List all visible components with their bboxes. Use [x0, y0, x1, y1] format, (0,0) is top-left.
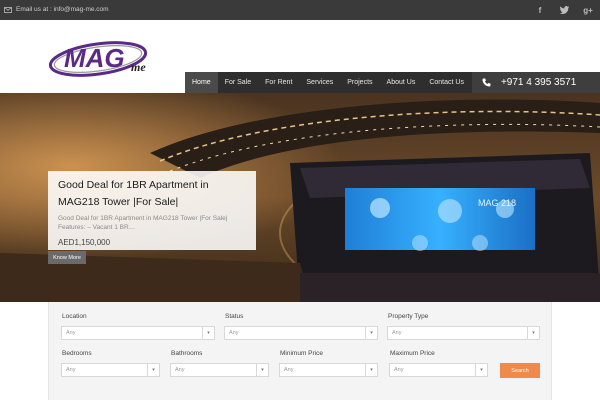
listing-price: AED1,150,000	[58, 238, 111, 247]
phone-icon	[482, 78, 491, 87]
main-navigation: Home For Sale For Rent Services Projects…	[185, 72, 600, 93]
email-text: Email us at : info@mag-me.com	[16, 6, 109, 13]
facebook-icon[interactable]: f	[534, 4, 546, 16]
listing-excerpt: Good Deal for 1BR Apartment in MAG218 To…	[58, 215, 228, 231]
hero-slider[interactable]: MAG 218 Good Deal for 1BR Apartment in M…	[0, 93, 600, 302]
chevron-down-icon: ▾	[202, 327, 214, 339]
email-contact[interactable]: Email us at : info@mag-me.com	[4, 6, 109, 13]
property-search-form: Location Any ▾ Status Any ▾ Property Typ…	[48, 302, 552, 400]
maximum-price-label: Maximum Price	[390, 350, 435, 357]
minimum-price-label: Minimum Price	[280, 350, 323, 357]
chevron-down-icon: ▾	[147, 364, 159, 376]
featured-listing-card[interactable]: Good Deal for 1BR Apartment in MAG218 To…	[48, 171, 256, 250]
know-more-button[interactable]: Know More	[48, 251, 86, 264]
location-select[interactable]: Any ▾	[61, 326, 215, 340]
maximum-price-value: Any	[394, 367, 404, 373]
maximum-price-select[interactable]: Any ▾	[389, 363, 488, 377]
search-button[interactable]: Search	[500, 363, 540, 378]
bedrooms-label: Bedrooms	[62, 350, 92, 357]
nav-item-home[interactable]: Home	[185, 72, 218, 93]
nav-item-for-rent[interactable]: For Rent	[258, 72, 299, 93]
chevron-down-icon: ▾	[527, 327, 539, 339]
twitter-icon[interactable]	[558, 4, 570, 16]
bathrooms-select[interactable]: Any ▾	[170, 363, 269, 377]
nav-item-contact-us[interactable]: Contact Us	[422, 72, 471, 93]
property-type-value: Any	[392, 330, 402, 336]
google-plus-icon[interactable]: g+	[582, 4, 594, 16]
nav-item-about-us[interactable]: About Us	[380, 72, 423, 93]
logo-suffix-text: me	[131, 60, 146, 74]
bedrooms-select[interactable]: Any ▾	[61, 363, 160, 377]
logo-main-text: MAG	[64, 43, 125, 73]
nav-item-for-sale[interactable]: For Sale	[218, 72, 258, 93]
site-logo[interactable]: MAG me	[48, 35, 158, 80]
chevron-down-icon: ▾	[475, 364, 487, 376]
status-value: Any	[229, 330, 239, 336]
listing-title[interactable]: Good Deal for 1BR Apartment in MAG218 To…	[58, 177, 246, 211]
bathrooms-value: Any	[175, 367, 185, 373]
chevron-down-icon: ▾	[256, 364, 268, 376]
property-type-label: Property Type	[388, 313, 429, 320]
building-sign: MAG 218	[478, 198, 516, 208]
minimum-price-value: Any	[284, 367, 294, 373]
status-label: Status	[225, 313, 244, 320]
chevron-down-icon: ▾	[365, 364, 377, 376]
bathrooms-label: Bathrooms	[171, 350, 203, 357]
envelope-icon	[4, 6, 12, 13]
bedrooms-value: Any	[66, 367, 76, 373]
status-select[interactable]: Any ▾	[224, 326, 378, 340]
phone-contact[interactable]: +971 4 395 3571	[471, 72, 600, 93]
minimum-price-select[interactable]: Any ▾	[279, 363, 378, 377]
property-type-select[interactable]: Any ▾	[387, 326, 540, 340]
chevron-down-icon: ▾	[365, 327, 377, 339]
nav-item-services[interactable]: Services	[299, 72, 340, 93]
phone-number: +971 4 395 3571	[500, 77, 577, 88]
location-label: Location	[62, 313, 87, 320]
social-links: f g+	[534, 4, 594, 16]
nav-item-projects[interactable]: Projects	[340, 72, 379, 93]
location-value: Any	[66, 330, 76, 336]
top-bar: Email us at : info@mag-me.com f g+	[0, 0, 600, 20]
